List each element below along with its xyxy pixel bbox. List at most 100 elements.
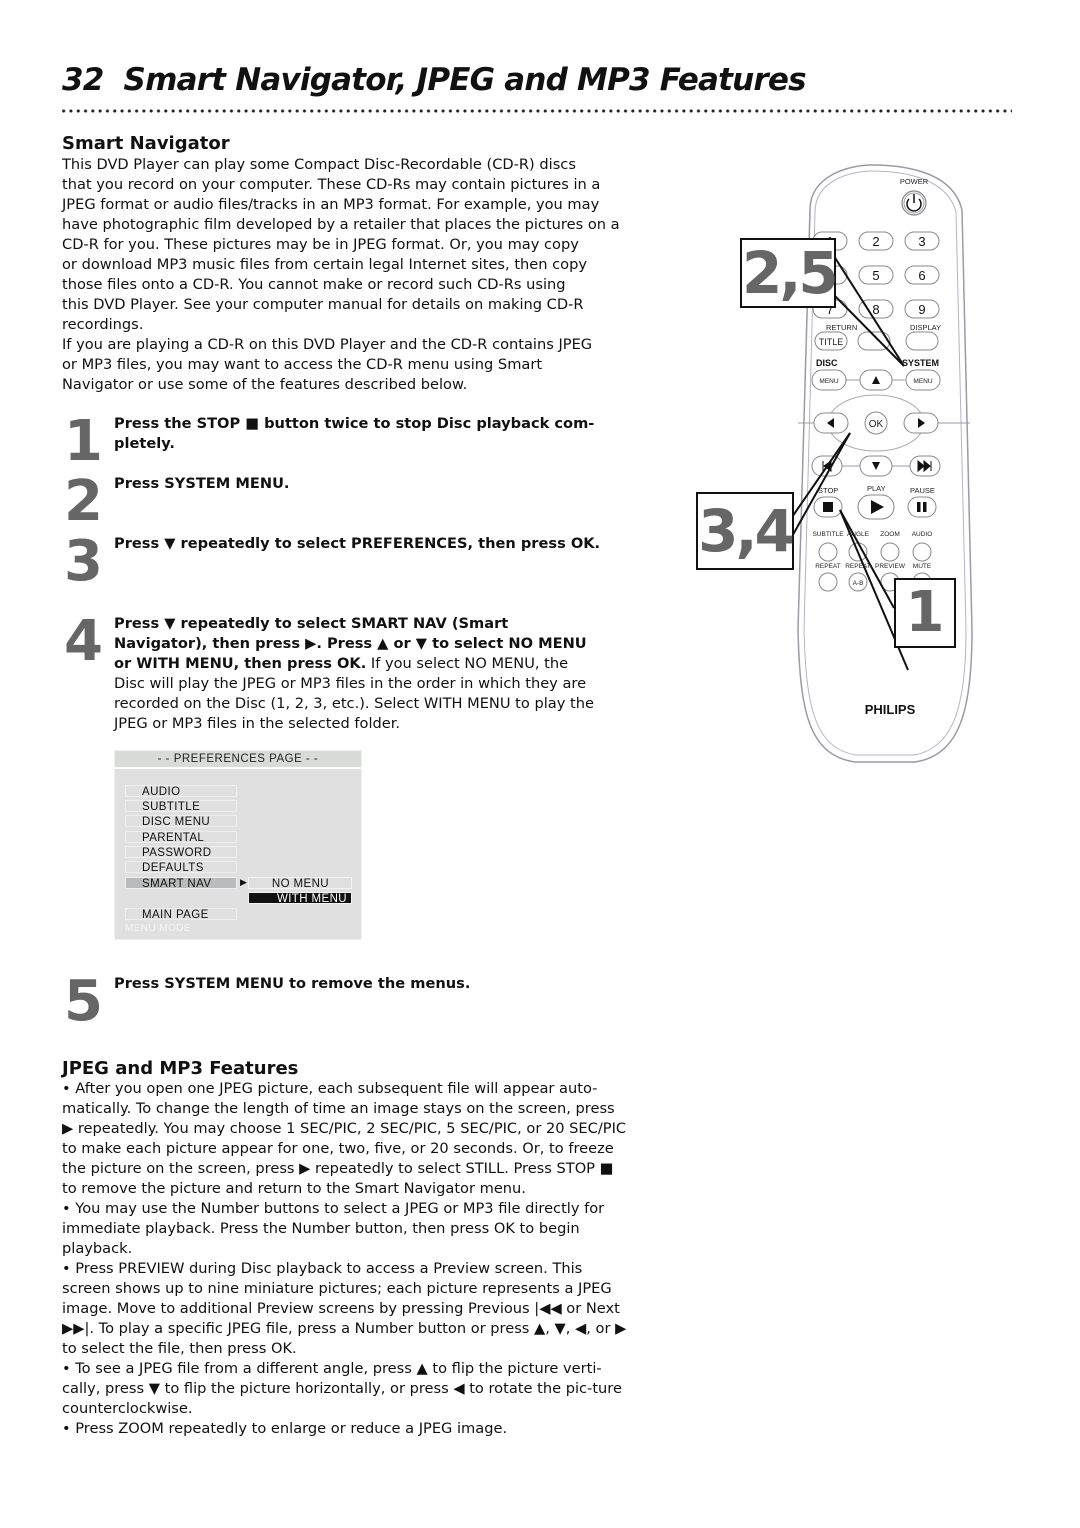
intro-line: those files onto a CD-R. You cannot make… bbox=[62, 276, 566, 293]
intro-line: this DVD Player. See your computer manua… bbox=[62, 296, 584, 313]
menu-item-audio[interactable]: AUDIO bbox=[125, 785, 237, 798]
number-button-label: 6 bbox=[918, 268, 925, 283]
step-1-instruction: Press the STOP ■ button twice to stop Di… bbox=[114, 415, 595, 452]
step-text-2: Press SYSTEM MENU. bbox=[114, 474, 624, 494]
step-5-instruction: Press SYSTEM MENU to remove the menus. bbox=[114, 975, 471, 992]
disc-label: DISC bbox=[816, 358, 838, 368]
title-button-label: TITLE bbox=[819, 337, 844, 347]
number-button-label: 5 bbox=[872, 268, 879, 283]
function-button-audio[interactable] bbox=[912, 542, 932, 562]
philips-logo: PHILIPS bbox=[865, 702, 916, 717]
function-button-subtitle[interactable] bbox=[818, 542, 838, 562]
ok-button[interactable]: OK bbox=[864, 411, 888, 435]
menu-item-disc-menu[interactable]: DISC MENU bbox=[125, 815, 237, 828]
intro-line: have photographic film developed by a re… bbox=[62, 216, 620, 233]
number-button-3[interactable]: 3 bbox=[904, 231, 940, 251]
page-number: 32 bbox=[62, 62, 104, 98]
callout-steps-3-4: 3,4 bbox=[696, 492, 795, 570]
step-number-5: 5 bbox=[64, 969, 103, 1034]
function-button-label: MUTE bbox=[913, 563, 932, 570]
jpeg-mp3-paragraph: • Press ZOOM repeatedly to enlarge or re… bbox=[62, 1420, 508, 1437]
repeat-ab-label: A-B bbox=[853, 580, 864, 587]
display-label: DISPLAY bbox=[910, 323, 941, 332]
step-number-2: 2 bbox=[64, 469, 103, 534]
menu-item-subtitle[interactable]: SUBTITLE bbox=[125, 800, 237, 813]
smart-navigator-heading: Smart Navigator bbox=[62, 133, 230, 154]
jpeg-mp3-paragraph: • After you open one JPEG picture, each … bbox=[62, 1080, 627, 1197]
page-title-text: Smart Navigator, JPEG and MP3 Features bbox=[123, 62, 807, 98]
disc-menu-button[interactable]: MENU bbox=[811, 369, 847, 391]
next-button[interactable] bbox=[909, 455, 941, 477]
power-button[interactable] bbox=[901, 190, 927, 216]
menu-item-defaults[interactable]: DEFAULTS bbox=[125, 861, 237, 874]
step-number-3: 3 bbox=[64, 529, 103, 594]
menu-item-smart-nav[interactable]: SMART NAV bbox=[125, 877, 237, 890]
right-button[interactable] bbox=[903, 412, 939, 434]
menu-item-password[interactable]: PASSWORD bbox=[125, 846, 237, 859]
function-button-label: PREVIEW bbox=[875, 563, 906, 570]
left-button[interactable] bbox=[813, 412, 849, 434]
function-button-repeat[interactable] bbox=[818, 572, 838, 592]
smart-navigator-intro: This DVD Player can play some Compact Di… bbox=[62, 155, 632, 395]
down-button[interactable] bbox=[859, 455, 893, 477]
jpeg-mp3-body: • After you open one JPEG picture, each … bbox=[62, 1079, 628, 1439]
play-button[interactable] bbox=[857, 494, 895, 520]
menu-item-parental[interactable]: PARENTAL bbox=[125, 831, 237, 844]
number-button-label: 2 bbox=[872, 234, 879, 249]
option-no-menu[interactable]: NO MENU bbox=[248, 877, 352, 890]
number-button-label: 3 bbox=[918, 234, 925, 249]
up-button[interactable] bbox=[859, 369, 893, 391]
system-menu-button[interactable]: MENU bbox=[905, 369, 941, 391]
submenu-arrow-icon: ▶ bbox=[240, 878, 247, 888]
callout-step-1: 1 bbox=[894, 578, 956, 648]
dotted-divider bbox=[60, 108, 1012, 114]
function-button-label: ZOOM bbox=[880, 531, 900, 538]
step-number-4: 4 bbox=[64, 609, 103, 674]
function-button-label: REPEAT bbox=[815, 563, 841, 570]
stop-button[interactable] bbox=[813, 496, 843, 518]
number-button-5[interactable]: 5 bbox=[858, 265, 894, 285]
option-with-menu[interactable]: WITH MENU bbox=[248, 892, 352, 905]
intro-line: JPEG format or audio files/tracks in an … bbox=[62, 196, 600, 213]
play-label: PLAY bbox=[867, 484, 886, 493]
number-button-2[interactable]: 2 bbox=[858, 231, 894, 251]
stop-label: STOP bbox=[818, 486, 838, 495]
step-number-1: 1 bbox=[64, 409, 103, 474]
power-label: POWER bbox=[900, 177, 929, 186]
step-text-3: Press ▼ repeatedly to select PREFERENCES… bbox=[114, 534, 604, 554]
remote-control-drawing: POWER 123456789 RETURN DISPLAY TITLE DIS… bbox=[789, 164, 973, 763]
function-button-label: AUDIO bbox=[912, 531, 933, 538]
step-text-4: Press ▼ repeatedly to select SMART NAV (… bbox=[114, 614, 594, 734]
intro-line: Navigator or use some of the features de… bbox=[62, 376, 468, 393]
number-button-6[interactable]: 6 bbox=[904, 265, 940, 285]
return-label: RETURN bbox=[826, 323, 857, 332]
intro-line: that you record on your computer. These … bbox=[62, 176, 601, 193]
pause-button[interactable] bbox=[907, 496, 937, 518]
system-label: SYSTEM bbox=[902, 358, 939, 368]
menu-item-main-page[interactable]: MAIN PAGE bbox=[125, 908, 237, 921]
stop-icon bbox=[823, 502, 833, 512]
pause-icon bbox=[917, 502, 921, 512]
number-button-9[interactable]: 9 bbox=[904, 299, 940, 319]
function-button-label: SUBTITLE bbox=[812, 531, 844, 538]
display-button[interactable] bbox=[905, 331, 939, 351]
jpeg-mp3-heading: JPEG and MP3 Features bbox=[62, 1058, 299, 1079]
step-2-instruction: Press SYSTEM MENU. bbox=[114, 475, 290, 492]
step-3-instruction: Press ▼ repeatedly to select PREFERENCES… bbox=[114, 535, 601, 552]
intro-line: This DVD Player can play some Compact Di… bbox=[62, 156, 576, 173]
jpeg-mp3-paragraph: • Press PREVIEW during Disc playback to … bbox=[62, 1260, 627, 1357]
menu-header: - - PREFERENCES PAGE - - bbox=[115, 751, 361, 769]
ok-label: OK bbox=[869, 419, 884, 430]
intro-line: or MP3 files, you may want to access the… bbox=[62, 356, 543, 373]
function-button-zoom[interactable] bbox=[880, 542, 900, 562]
intro-line: CD-R for you. These pictures may be in J… bbox=[62, 236, 579, 253]
title-button[interactable]: TITLE bbox=[814, 331, 848, 351]
jpeg-mp3-paragraph: • To see a JPEG file from a different an… bbox=[62, 1360, 622, 1417]
number-button-label: 8 bbox=[872, 302, 879, 317]
step-text-5: Press SYSTEM MENU to remove the menus. bbox=[114, 974, 624, 994]
pause-label: PAUSE bbox=[910, 486, 935, 495]
intro-line: If you are playing a CD-R on this DVD Pl… bbox=[62, 336, 593, 353]
preferences-menu-screen: - - PREFERENCES PAGE - - AUDIO SUBTITLE … bbox=[114, 750, 362, 940]
intro-line: recordings. bbox=[62, 316, 144, 333]
menu-mode-label: MENU MODE bbox=[125, 923, 191, 934]
